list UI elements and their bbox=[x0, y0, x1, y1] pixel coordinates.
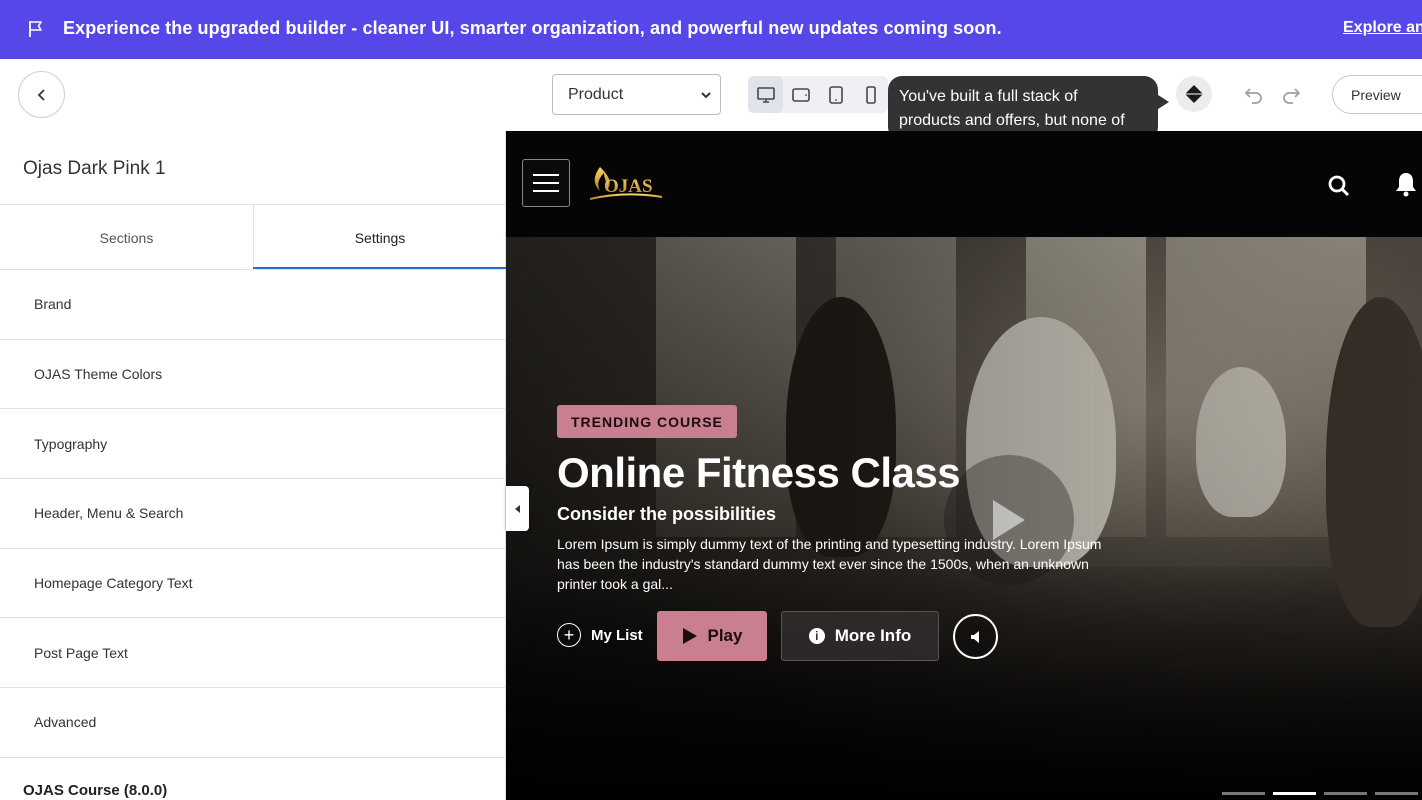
speaker-icon bbox=[970, 630, 979, 643]
explore-link[interactable]: Explore an bbox=[1343, 19, 1422, 37]
tab-settings[interactable]: Settings bbox=[253, 205, 506, 270]
ojas-logo: OJAS bbox=[589, 167, 663, 200]
play-icon bbox=[682, 628, 697, 644]
more-info-label: More Info bbox=[834, 626, 912, 645]
page-type-select[interactable]: Product bbox=[552, 74, 721, 115]
device-switcher bbox=[748, 76, 888, 113]
theme-version: OJAS Course (8.0.0) bbox=[23, 782, 168, 799]
diamond-icon bbox=[1185, 85, 1203, 103]
announcement-banner: Experience the upgraded builder - cleane… bbox=[0, 0, 1422, 59]
page-type-value: Product bbox=[568, 85, 624, 103]
banner-text: Experience the upgraded builder - cleane… bbox=[63, 18, 1002, 38]
slider-dot[interactable] bbox=[1222, 792, 1265, 795]
chevron-left-icon bbox=[37, 88, 45, 101]
info-icon: i bbox=[808, 628, 825, 644]
preview-button[interactable]: Preview bbox=[1332, 75, 1422, 114]
mobile-view-button[interactable] bbox=[853, 76, 888, 113]
slider-dot[interactable] bbox=[1324, 792, 1367, 795]
hero-subtitle: Consider the possibilities bbox=[557, 504, 777, 524]
my-list-button[interactable]: + My List bbox=[557, 623, 643, 647]
settings-sidebar: Ojas Dark Pink 1 Sections Settings Brand… bbox=[0, 131, 506, 800]
hero-description: Lorem Ipsum is simply dummy text of the … bbox=[557, 536, 1102, 592]
mobile-icon bbox=[865, 85, 876, 104]
tablet-portrait-icon bbox=[828, 85, 843, 104]
my-list-label: My List bbox=[591, 626, 643, 644]
search-icon[interactable] bbox=[1328, 175, 1350, 197]
bell-icon[interactable] bbox=[1394, 171, 1418, 197]
site-preview: OJAS TRENDING COURSE Online Fitness Clas… bbox=[506, 131, 1422, 800]
desktop-view-button[interactable] bbox=[748, 76, 783, 113]
chevron-down-icon bbox=[701, 92, 711, 99]
hero-title: Online Fitness Class bbox=[557, 449, 961, 496]
menu-item-advanced[interactable]: Advanced bbox=[0, 688, 506, 758]
tooltip-line-2: products and offers, but none of bbox=[899, 112, 1125, 129]
mute-toggle-button[interactable] bbox=[953, 614, 998, 659]
tablet-landscape-icon bbox=[791, 87, 810, 102]
undo-icon[interactable] bbox=[1243, 85, 1265, 105]
tooltip-arrow bbox=[1155, 93, 1169, 111]
tab-sections[interactable]: Sections bbox=[0, 205, 253, 270]
menu-item-brand[interactable]: Brand bbox=[0, 270, 506, 340]
settings-menu: Brand OJAS Theme Colors Typography Heade… bbox=[0, 270, 506, 758]
menu-item-homepage-category-text[interactable]: Homepage Category Text bbox=[0, 549, 506, 619]
flag-icon bbox=[29, 21, 42, 37]
redo-icon[interactable] bbox=[1280, 85, 1302, 105]
desktop-icon bbox=[756, 86, 775, 103]
menu-item-post-page-text[interactable]: Post Page Text bbox=[0, 618, 506, 689]
menu-item-typography[interactable]: Typography bbox=[0, 409, 506, 480]
caret-left-icon bbox=[514, 504, 520, 513]
menu-item-header-menu-search[interactable]: Header, Menu & Search bbox=[0, 479, 506, 549]
play-button[interactable]: Play bbox=[657, 611, 767, 661]
tablet-landscape-view-button[interactable] bbox=[783, 76, 818, 113]
sidebar-tabs: Sections Settings bbox=[0, 205, 506, 270]
play-label: Play bbox=[707, 626, 743, 645]
more-info-button[interactable]: i More Info bbox=[781, 611, 939, 661]
sidebar-collapse-handle[interactable] bbox=[506, 486, 529, 531]
back-button[interactable] bbox=[18, 71, 65, 118]
slider-indicators bbox=[1222, 792, 1418, 795]
hero-banner: TRENDING COURSE Online Fitness Class Con… bbox=[506, 237, 1422, 800]
tablet-portrait-view-button[interactable] bbox=[818, 76, 853, 113]
tooltip-line-1: You've built a full stack of bbox=[899, 88, 1078, 105]
ai-assistant-button[interactable] bbox=[1176, 76, 1212, 112]
menu-item-theme-colors[interactable]: OJAS Theme Colors bbox=[0, 340, 506, 410]
builder-toolbar: Product You've built a full stack of pro… bbox=[0, 59, 1422, 141]
trending-badge: TRENDING COURSE bbox=[557, 405, 737, 438]
plus-icon: + bbox=[557, 623, 581, 647]
hamburger-menu-button[interactable] bbox=[522, 159, 570, 207]
site-header: OJAS bbox=[506, 131, 1422, 237]
slider-dot-active[interactable] bbox=[1273, 792, 1316, 795]
theme-name: Ojas Dark Pink 1 bbox=[23, 158, 166, 179]
slider-dot[interactable] bbox=[1375, 792, 1418, 795]
